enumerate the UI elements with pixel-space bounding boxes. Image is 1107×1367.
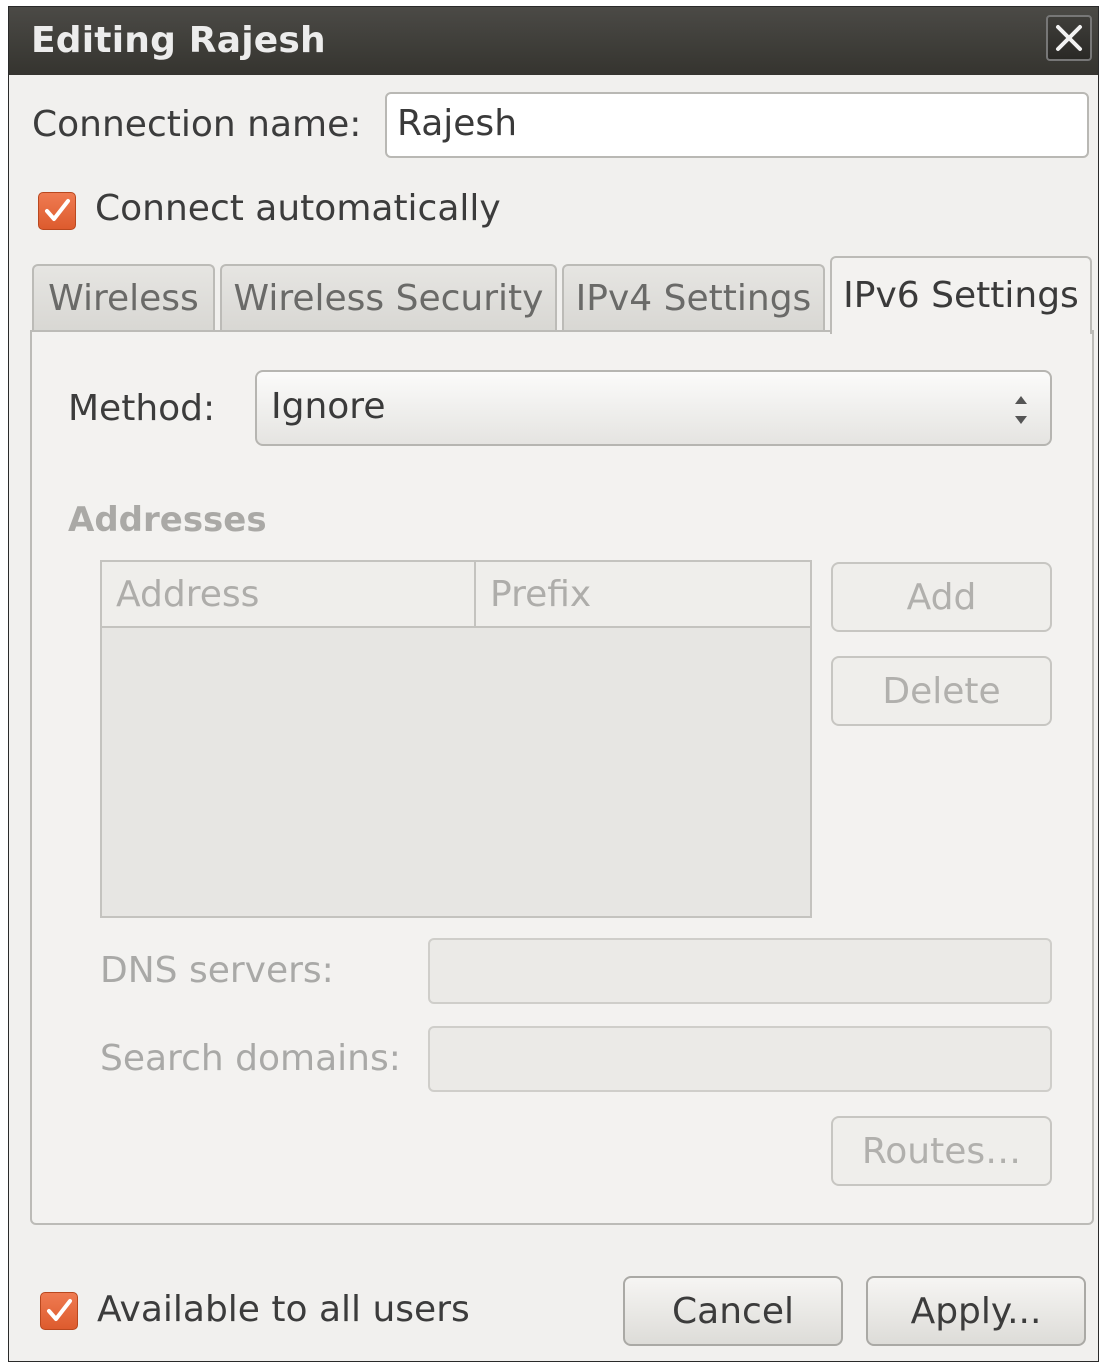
tab-ipv4-settings[interactable]: IPv4 Settings [562,264,825,332]
dns-servers-field[interactable] [428,938,1052,1004]
addresses-table[interactable]: Address Prefix [100,560,812,918]
cancel-button[interactable]: Cancel [623,1276,843,1346]
close-icon [1056,25,1082,51]
address-column-header[interactable]: Address [102,562,476,628]
window-title: Editing Rajesh [31,20,326,61]
tab-wireless[interactable]: Wireless [32,264,215,332]
checkmark-icon [45,199,70,221]
prefix-column-header[interactable]: Prefix [476,562,810,628]
method-dropdown[interactable]: Ignore [255,370,1052,446]
apply-button[interactable]: Apply... [866,1276,1086,1346]
method-label: Method: [68,388,216,429]
close-button[interactable] [1046,15,1092,61]
title-bar: Editing Rajesh [9,7,1098,75]
search-domains-field[interactable] [428,1026,1052,1092]
connect-automatically-label: Connect automatically [95,188,501,229]
available-to-all-users-checkbox[interactable] [40,1292,78,1330]
tab-ipv6-settings[interactable]: IPv6 Settings [830,256,1092,334]
method-value: Ignore [271,386,386,427]
tab-wireless-security[interactable]: Wireless Security [220,264,557,332]
up-down-arrows-icon [1015,396,1027,424]
routes-button[interactable]: Routes… [831,1116,1052,1186]
add-address-button[interactable]: Add [831,562,1052,632]
available-to-all-users-label: Available to all users [97,1289,470,1330]
search-domains-label: Search domains: [100,1038,401,1079]
dns-servers-label: DNS servers: [100,950,334,991]
connection-name-label: Connection name: [32,104,362,145]
addresses-heading: Addresses [68,500,267,540]
connection-name-field[interactable]: Rajesh [385,92,1089,158]
delete-address-button[interactable]: Delete [831,656,1052,726]
checkmark-icon [47,1299,72,1321]
connect-automatically-checkbox[interactable] [38,192,76,230]
